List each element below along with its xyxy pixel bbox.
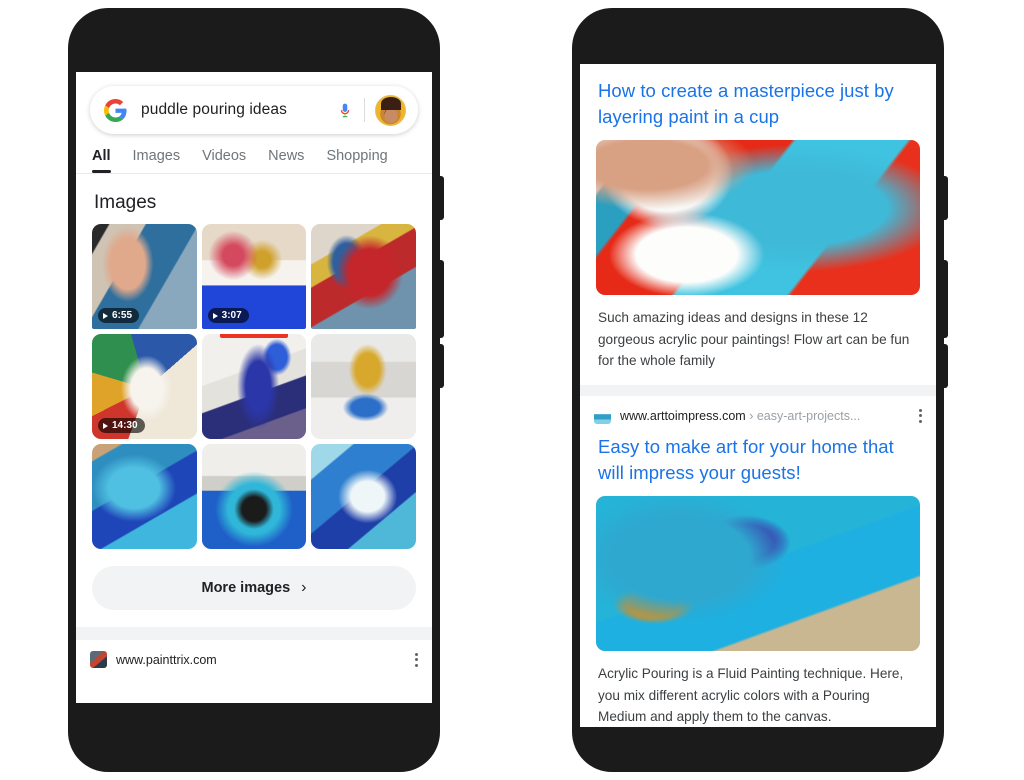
microphone-icon[interactable] [336, 98, 354, 122]
volume-up-button-left[interactable] [438, 260, 444, 338]
account-avatar[interactable] [375, 94, 406, 126]
power-button-right[interactable] [942, 176, 948, 220]
section-divider [580, 385, 936, 397]
phone-screen-left: puddle pouring ideas All Images Videos N… [76, 72, 432, 703]
result-title-2[interactable]: Easy to make art for your home that will… [580, 424, 936, 485]
volume-down-button-right[interactable] [942, 344, 948, 388]
source-url[interactable]: www.arttoimpress.com › easy-art-projects… [620, 409, 860, 423]
phone-screen-right: How to create a masterpiece just by laye… [580, 64, 936, 727]
tab-videos[interactable]: Videos [202, 148, 246, 173]
image-thumbnail[interactable] [201, 444, 307, 549]
result-url-row[interactable]: www.painttrix.com [76, 640, 432, 668]
power-button-left[interactable] [438, 176, 444, 220]
youtube-marker-icon [220, 334, 288, 338]
video-duration-label: 6:55 [112, 310, 133, 321]
play-icon [212, 312, 218, 319]
image-thumbnail[interactable] [201, 334, 307, 439]
search-bar[interactable]: puddle pouring ideas [90, 86, 418, 134]
video-duration-badge: 6:55 [98, 308, 140, 323]
result-image-2[interactable] [596, 496, 920, 652]
image-thumbnail[interactable] [311, 334, 416, 439]
result-snippet-2: Acrylic Pouring is a Fluid Painting tech… [598, 666, 904, 725]
screenshot-stage: puddle pouring ideas All Images Videos N… [0, 0, 1024, 780]
search-bar-container: puddle pouring ideas [76, 72, 432, 134]
search-input[interactable]: puddle pouring ideas [141, 101, 336, 119]
tab-images[interactable]: Images [133, 148, 181, 173]
result-url[interactable]: www.painttrix.com [116, 653, 217, 667]
phone-mockup-left: puddle pouring ideas All Images Videos N… [68, 8, 444, 772]
images-section-title: Images [94, 192, 157, 213]
more-images-label: More images [201, 580, 291, 596]
site-favicon-icon [594, 407, 611, 425]
result-snippet-1: Such amazing ideas and designs in these … [598, 310, 910, 368]
image-thumbnail[interactable] [311, 224, 416, 329]
tab-news[interactable]: News [268, 148, 304, 173]
volume-down-button-left[interactable] [438, 344, 444, 388]
play-icon [103, 422, 108, 429]
image-thumbnail[interactable] [92, 444, 197, 549]
video-duration-badge: 14:30 [98, 418, 145, 433]
image-thumbnail[interactable]: 14:30 [92, 334, 197, 439]
volume-up-button-right[interactable] [942, 260, 948, 338]
result-title-1[interactable]: How to create a masterpiece just by laye… [580, 64, 936, 129]
image-thumbnail[interactable] [311, 444, 416, 549]
tab-all[interactable]: All [92, 148, 111, 173]
overflow-menu-icon[interactable] [415, 652, 418, 667]
result-image-1[interactable] [596, 140, 920, 296]
image-results-grid: 6:55 3:07 14:30 [76, 224, 432, 549]
chevron-right-icon: › [301, 579, 307, 596]
source-url-row[interactable]: www.arttoimpress.com › easy-art-projects… [580, 396, 936, 425]
image-thumbnail[interactable]: 6:55 [92, 224, 197, 329]
section-divider [76, 627, 432, 640]
google-g-logo-icon [104, 98, 127, 122]
more-images-button[interactable]: More images › [92, 566, 416, 610]
video-duration-label: 3:07 [221, 310, 242, 321]
site-favicon-icon [90, 651, 107, 668]
phone-mockup-right: How to create a masterpiece just by laye… [572, 8, 948, 772]
search-tabs: All Images Videos News Shopping [76, 134, 432, 174]
video-duration-badge: 3:07 [207, 308, 249, 323]
source-path: › easy-art-projects... [749, 408, 861, 423]
search-divider [364, 98, 365, 122]
video-duration-label: 14:30 [112, 420, 138, 431]
tab-shopping[interactable]: Shopping [326, 148, 387, 173]
source-domain: www.arttoimpress.com [620, 408, 746, 423]
play-icon [103, 312, 108, 319]
image-thumbnail[interactable]: 3:07 [201, 224, 307, 329]
overflow-menu-icon[interactable] [919, 408, 922, 423]
